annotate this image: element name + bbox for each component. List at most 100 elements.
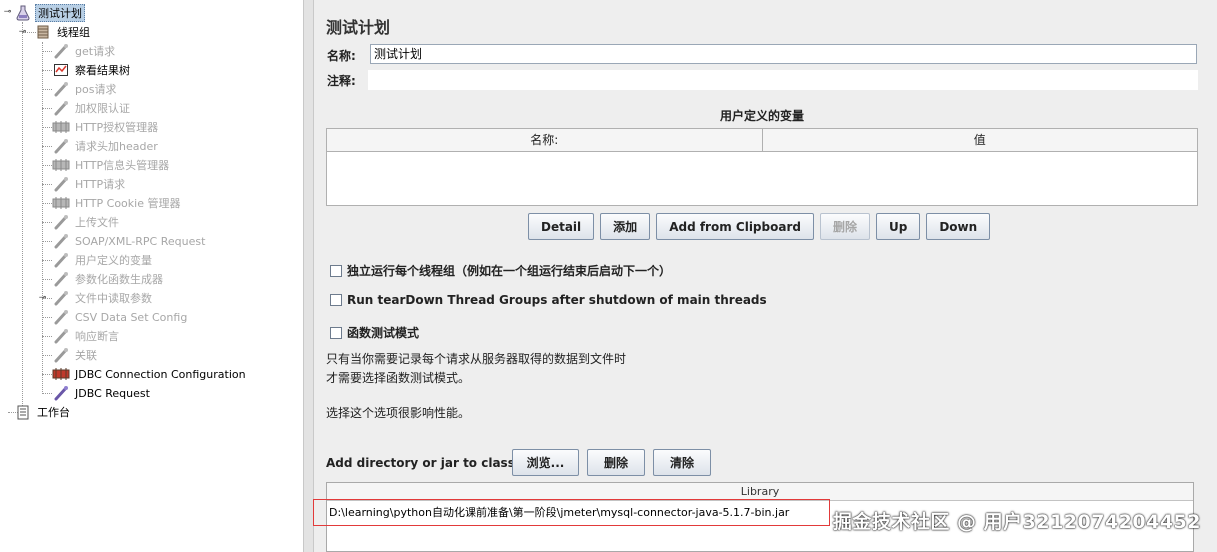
- checkbox-box[interactable]: [330, 326, 342, 339]
- tree-guide-line: [22, 22, 23, 414]
- sampler-icon: [52, 289, 70, 307]
- performance-warning: 选择这个选项很影响性能。: [326, 406, 471, 420]
- variables-button-row: Detail 添加 Add from Clipboard 删除 Up Down: [528, 213, 991, 240]
- tree-node[interactable]: HTTP请求: [52, 175, 127, 193]
- browse-button[interactable]: 浏览...: [512, 449, 579, 476]
- add-from-clipboard-button[interactable]: Add from Clipboard: [656, 213, 814, 240]
- tree-node[interactable]: 文件中读取参数: [52, 289, 154, 307]
- tree-node-label: 关联: [75, 349, 97, 362]
- classpath-delete-button[interactable]: 删除: [587, 449, 645, 476]
- down-button[interactable]: Down: [926, 213, 991, 240]
- classpath-button-row: 浏览... 删除 清除: [512, 449, 711, 476]
- comment-field[interactable]: [368, 70, 1198, 90]
- tree-node[interactable]: pos请求: [52, 80, 118, 98]
- tree-node-label: 参数化函数生成器: [75, 273, 163, 286]
- split-pane-divider[interactable]: [304, 0, 314, 552]
- classpath-clear-button[interactable]: 清除: [653, 449, 711, 476]
- tree-guide-line: [42, 203, 52, 204]
- tree-node[interactable]: JDBC Request: [52, 384, 152, 402]
- sampler-icon: [52, 80, 70, 98]
- tree-guide-line: [42, 108, 52, 109]
- sampler-icon: [52, 346, 70, 364]
- tree-guide-line: [42, 222, 52, 223]
- tree-node-thread-group[interactable]: 线程组: [34, 23, 92, 41]
- tree-node[interactable]: 加权限认证: [52, 99, 132, 117]
- config-icon: [52, 156, 70, 174]
- tree-node[interactable]: 请求头加header: [52, 137, 160, 155]
- tree-node-label: 文件中读取参数: [75, 292, 152, 305]
- listener-icon: [52, 61, 70, 79]
- checkbox-box[interactable]: [330, 264, 342, 277]
- udv-section-title: 用户定义的变量: [719, 109, 804, 123]
- tree-guide-line: [42, 336, 52, 337]
- config-icon: [52, 365, 70, 383]
- comment-label: 注释:: [327, 74, 356, 88]
- functional-mode-note-2: 才需要选择函数测试模式。: [326, 371, 471, 385]
- delete-button[interactable]: 删除: [819, 213, 870, 240]
- checkbox-label: Run tearDown Thread Groups after shutdow…: [347, 293, 767, 307]
- tree-node[interactable]: 参数化函数生成器: [52, 270, 165, 288]
- sampler-icon: [52, 251, 70, 269]
- tree-node-label: HTTP请求: [75, 178, 126, 191]
- add-button[interactable]: 添加: [600, 213, 651, 240]
- sampler-icon: [52, 308, 70, 326]
- tree-node-label: 请求头加header: [75, 140, 158, 153]
- flask-icon: [14, 4, 32, 22]
- clipboard-icon: [14, 403, 32, 421]
- user-variables-table[interactable]: 名称: 值: [326, 128, 1198, 206]
- sampler-icon: [52, 327, 70, 345]
- checkbox-label: 函数测试模式: [347, 326, 420, 340]
- tree-node-workbench[interactable]: 工作台: [14, 403, 72, 421]
- tree-node[interactable]: JDBC Connection Configuration: [52, 365, 248, 383]
- tree-guide-line: [42, 260, 52, 261]
- detail-button[interactable]: Detail: [528, 213, 595, 240]
- tree-node[interactable]: HTTP Cookie 管理器: [52, 194, 182, 212]
- tree-guide-line: [42, 165, 52, 166]
- sampler-icon: [52, 42, 70, 60]
- run-thread-groups-consecutively-checkbox[interactable]: 独立运行每个线程组（例如在一个组运行结束后启动下一个）: [330, 262, 671, 279]
- up-button[interactable]: Up: [875, 213, 921, 240]
- run-teardown-checkbox[interactable]: Run tearDown Thread Groups after shutdow…: [330, 293, 767, 307]
- tree-node-label: 察看结果树: [75, 64, 130, 77]
- tree-node[interactable]: 上传文件: [52, 213, 121, 231]
- test-plan-panel: 测试计划 名称: 测试计划 注释: 用户定义的变量 名称: 值 Detail 添…: [316, 0, 1217, 552]
- tree-node[interactable]: HTTP授权管理器: [52, 118, 160, 136]
- tree-node[interactable]: CSV Data Set Config: [52, 308, 189, 326]
- config-icon: [52, 194, 70, 212]
- tree-guide-line: [42, 393, 52, 394]
- tree-node-label: pos请求: [75, 83, 117, 96]
- tree-guide-line: [42, 51, 52, 52]
- tree-node-label: HTTP信息头管理器: [75, 159, 170, 172]
- tree-node[interactable]: 用户定义的变量: [52, 251, 154, 269]
- functional-test-mode-checkbox[interactable]: 函数测试模式: [330, 324, 419, 341]
- collapse-toggle[interactable]: ⊸: [3, 8, 12, 17]
- tree-node[interactable]: 响应断言: [52, 327, 121, 345]
- test-plan-tree: ⊸ ⊸ ⊸ 测试计划 线程组 工作台 get请求 察看结果树 pos请求 加权限认证 H…: [0, 0, 304, 552]
- column-header-name[interactable]: 名称:: [327, 129, 762, 151]
- tree-node[interactable]: HTTP信息头管理器: [52, 156, 171, 174]
- tree-guide-line: [42, 184, 52, 185]
- tree-node-label: 响应断言: [75, 330, 119, 343]
- sampler-icon: [52, 270, 70, 288]
- tree-node-label: 工作台: [37, 406, 70, 419]
- highlight-annotation-box: [313, 499, 830, 526]
- tree-guide-line: [42, 355, 52, 356]
- column-header-value[interactable]: 值: [761, 129, 1198, 151]
- watermark-text: 掘金技术社区 @ 用户3212074204452: [832, 511, 1201, 533]
- tree-guide-line: [42, 89, 52, 90]
- tree-node-label: 上传文件: [75, 216, 119, 229]
- tree-guide-line: [42, 241, 52, 242]
- tree-guide-line: [42, 146, 52, 147]
- config-icon: [52, 118, 70, 136]
- tree-node[interactable]: 关联: [52, 346, 99, 364]
- tree-guide-line: [42, 127, 52, 128]
- checkbox-box[interactable]: [330, 294, 342, 306]
- tree-node-label: JDBC Request: [75, 386, 150, 400]
- tree-node[interactable]: 察看结果树: [52, 61, 132, 79]
- tree-guide-line: [42, 298, 52, 299]
- tree-node[interactable]: get请求: [52, 42, 117, 60]
- tree-node-test-plan[interactable]: 测试计划: [14, 4, 85, 22]
- name-field[interactable]: 测试计划: [370, 44, 1197, 64]
- collapse-toggle[interactable]: ⊸: [18, 28, 27, 37]
- tree-node[interactable]: SOAP/XML-RPC Request: [52, 232, 207, 250]
